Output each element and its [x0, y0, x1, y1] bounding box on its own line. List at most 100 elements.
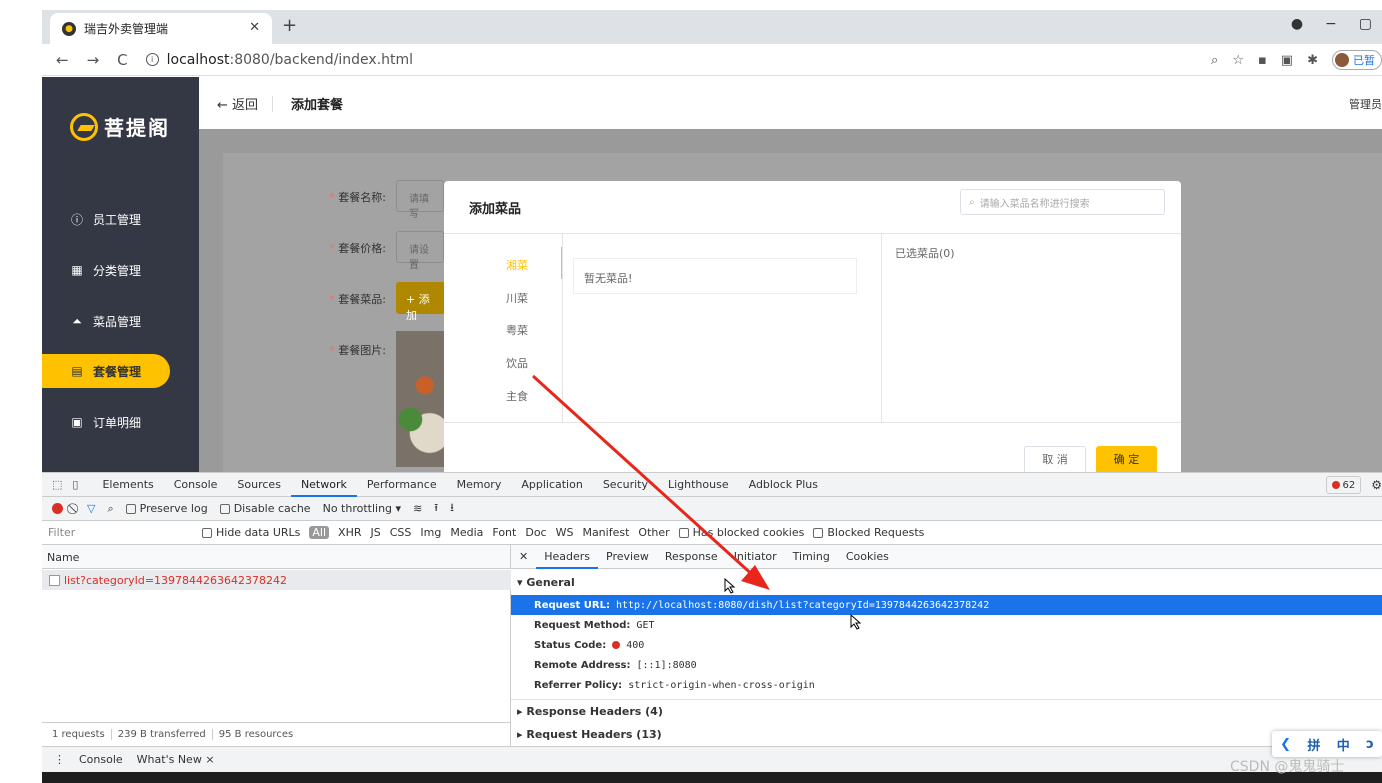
menu-item-category[interactable]: ▦ 分类管理: [42, 253, 170, 287]
tab-response[interactable]: Response: [657, 545, 726, 569]
name-column-header[interactable]: Name: [42, 545, 511, 569]
drawer-tab-whats-new[interactable]: What's New ×: [137, 753, 215, 766]
throttling-select[interactable]: No throttling ▾: [323, 502, 401, 515]
zoom-icon[interactable]: ⌕: [1211, 53, 1218, 68]
tab-initiator[interactable]: Initiator: [726, 545, 785, 569]
minimize-button[interactable]: −: [1325, 16, 1337, 32]
tab-adblock[interactable]: Adblock Plus: [739, 473, 828, 497]
preserve-log-checkbox[interactable]: Preserve log: [125, 502, 208, 515]
error-count: 62: [1342, 479, 1356, 491]
filter-type[interactable]: WS: [556, 526, 574, 539]
filter-icon[interactable]: ▽: [87, 502, 95, 515]
blocked-cookies-checkbox[interactable]: Has blocked cookies: [678, 526, 804, 539]
translate-icon[interactable]: ▣: [1281, 53, 1293, 68]
filter-type[interactable]: CSS: [390, 526, 412, 539]
tab-performance[interactable]: Performance: [357, 473, 447, 497]
category-item[interactable]: 川菜: [506, 290, 528, 306]
request-headers-toggle[interactable]: ▸ Request Headers (13): [517, 728, 662, 741]
request-list: [42, 590, 511, 722]
back-link[interactable]: ← 返回: [217, 94, 258, 113]
request-row[interactable]: list?categoryId=1397844263642378242: [42, 570, 511, 590]
extension-off-icon[interactable]: ▪: [1258, 53, 1267, 68]
ime-punct[interactable]: ↄ: [1366, 737, 1374, 752]
address-bar[interactable]: i localhost:8080/backend/index.html: [145, 52, 413, 68]
setmeal-image[interactable]: [396, 331, 444, 467]
puzzle-icon[interactable]: ✱: [1307, 53, 1318, 68]
tab-headers[interactable]: Headers: [536, 545, 599, 569]
menu-label: 套餐管理: [93, 364, 142, 379]
tab-lighthouse[interactable]: Lighthouse: [658, 473, 739, 497]
browser-tab[interactable]: ● 瑞吉外卖管理端 ✕: [50, 13, 272, 44]
filter-type[interactable]: Other: [638, 526, 669, 539]
tab-elements[interactable]: Elements: [92, 473, 163, 497]
dish-search-input[interactable]: ⌕ 请输入菜品名称进行搜索: [960, 189, 1165, 215]
category-item[interactable]: 主食: [506, 388, 528, 404]
import-icon[interactable]: ⭱: [434, 499, 438, 518]
tab-preview[interactable]: Preview: [598, 545, 657, 569]
menu-item-employee[interactable]: ⓘ 员工管理: [42, 202, 170, 236]
tab-application[interactable]: Application: [511, 473, 592, 497]
close-tab-icon[interactable]: ✕: [249, 20, 260, 35]
tab-timing[interactable]: Timing: [785, 545, 838, 569]
profile-button[interactable]: 已暂: [1332, 50, 1382, 70]
filter-all[interactable]: All: [309, 526, 330, 539]
back-arrow-icon[interactable]: ←: [56, 51, 69, 69]
category-item[interactable]: 湘菜: [506, 257, 528, 273]
filter-type[interactable]: Font: [492, 526, 516, 539]
gear-icon[interactable]: ⚙: [1371, 478, 1382, 492]
star-icon[interactable]: ☆: [1232, 53, 1244, 68]
summary-resources: 95 B resources: [211, 729, 293, 740]
admin-label[interactable]: 管理员: [1349, 96, 1382, 112]
price-input[interactable]: 请设置: [396, 231, 444, 271]
inspect-icon[interactable]: ⬚: [52, 478, 62, 491]
device-icon[interactable]: ▯: [72, 478, 78, 491]
filter-type[interactable]: Manifest: [582, 526, 629, 539]
cancel-button[interactable]: 取 消: [1024, 446, 1086, 474]
forward-arrow-icon[interactable]: →: [87, 51, 100, 69]
disable-cache-checkbox[interactable]: Disable cache: [219, 502, 311, 515]
devtools-drawer: ⋮ Console What's New ×: [42, 746, 1382, 772]
tab-security[interactable]: Security: [593, 473, 658, 497]
menu-item-dish[interactable]: ⏶ 菜品管理: [42, 304, 170, 338]
empty-dish-list: 暂无菜品!: [573, 258, 857, 294]
ime-pinyin[interactable]: 拼: [1307, 735, 1320, 754]
ime-chinese[interactable]: 中: [1337, 735, 1350, 754]
header-row-request-url[interactable]: Request URL: http://localhost:8080/dish/l…: [511, 595, 1382, 615]
hide-data-urls-checkbox[interactable]: Hide data URLs: [202, 526, 300, 539]
maximize-button[interactable]: ▢: [1359, 16, 1372, 32]
general-section-toggle[interactable]: ▾ General: [517, 576, 575, 589]
confirm-button[interactable]: 确 定: [1096, 446, 1157, 474]
tab-cookies[interactable]: Cookies: [838, 545, 897, 569]
error-count-badge[interactable]: 62: [1325, 476, 1362, 494]
drawer-menu-icon[interactable]: ⋮: [54, 753, 65, 766]
filter-type[interactable]: XHR: [338, 526, 361, 539]
drawer-tab-console[interactable]: Console: [79, 753, 123, 766]
tab-network[interactable]: Network: [290, 473, 357, 497]
blocked-requests-checkbox[interactable]: Blocked Requests: [813, 526, 924, 539]
avatar: [1335, 53, 1349, 67]
new-tab-button[interactable]: +: [282, 15, 297, 36]
filter-type[interactable]: Media: [450, 526, 483, 539]
filter-type[interactable]: JS: [371, 526, 381, 539]
filter-type[interactable]: Img: [420, 526, 441, 539]
menu-item-orders[interactable]: ▣ 订单明细: [42, 405, 170, 439]
add-dish-button[interactable]: + 添加: [396, 282, 446, 322]
tab-console[interactable]: Console: [164, 473, 228, 497]
network-conditions-icon[interactable]: ≋: [413, 502, 422, 515]
tab-memory[interactable]: Memory: [447, 473, 512, 497]
record-icon[interactable]: [52, 503, 63, 514]
search-icon[interactable]: ⌕: [107, 502, 113, 516]
name-input[interactable]: 请填写: [396, 180, 444, 220]
filter-type[interactable]: Doc: [525, 526, 546, 539]
info-icon[interactable]: i: [145, 53, 159, 66]
response-headers-toggle[interactable]: ▸ Response Headers (4): [517, 705, 663, 718]
export-icon[interactable]: ⭳: [450, 499, 454, 518]
tab-sources[interactable]: Sources: [227, 473, 291, 497]
category-item[interactable]: 饮品: [506, 355, 528, 371]
close-detail-icon[interactable]: ✕: [511, 545, 536, 569]
filter-input[interactable]: Filter: [42, 526, 202, 539]
profile-menu-icon[interactable]: ●: [1291, 16, 1303, 32]
category-item[interactable]: 粤菜: [506, 322, 528, 338]
menu-item-setmeal[interactable]: ▤ 套餐管理: [42, 354, 170, 388]
reload-icon[interactable]: C: [117, 51, 127, 69]
